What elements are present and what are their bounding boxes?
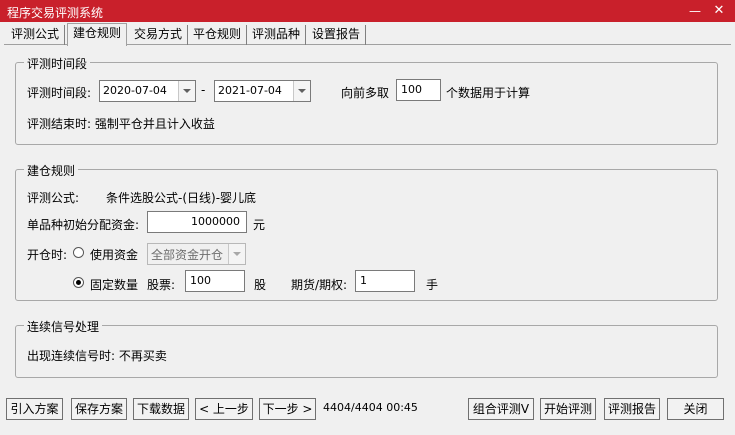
capital-input[interactable]: 1000000 <box>147 211 247 233</box>
fixed-qty-label: 固定数量 <box>90 278 139 292</box>
close-button[interactable]: 关闭 <box>667 398 724 420</box>
prev-step-button[interactable]: < 上一步 <box>195 398 253 420</box>
chevron-down-icon[interactable] <box>293 81 310 101</box>
open-label: 开仓时: <box>27 248 68 262</box>
period-group: 评测时间段 <box>15 55 718 145</box>
capital-label: 单品种初始分配资金: <box>27 218 140 232</box>
futures-qty-input[interactable]: 1 <box>355 270 415 292</box>
signal-rule-text: 出现连续信号时: 不再买卖 <box>27 349 167 363</box>
chevron-down-icon[interactable] <box>178 81 195 101</box>
use-capital-label: 使用资金 <box>90 248 139 262</box>
lookback-value: 100 <box>401 83 422 96</box>
minimize-button[interactable]: — <box>686 2 704 20</box>
end-date-picker[interactable]: 2021-07-04 <box>214 80 311 102</box>
tab-report-settings[interactable]: 设置报告 <box>307 25 367 45</box>
fixed-qty-radio[interactable] <box>73 277 84 288</box>
lookback-input[interactable]: 100 <box>396 79 441 101</box>
lookback-prefix: 向前多取 <box>341 86 390 100</box>
progress-status: 4404/4404 00:45 <box>323 401 418 414</box>
capital-unit: 元 <box>253 218 266 232</box>
futures-label: 期货/期权: <box>291 278 348 292</box>
import-plan-button[interactable]: 引入方案 <box>6 398 63 420</box>
use-capital-radio[interactable] <box>73 247 84 258</box>
signal-group-title: 连续信号处理 <box>24 318 103 335</box>
save-plan-button[interactable]: 保存方案 <box>71 398 127 420</box>
tab-exit-rules[interactable]: 平仓规则 <box>188 25 248 45</box>
capital-mode-select[interactable]: 全部资金开仓 <box>147 243 246 265</box>
combo-eval-button[interactable]: 组合评测V <box>468 398 534 420</box>
tab-trade-mode[interactable]: 交易方式 <box>129 25 189 45</box>
tab-bar: 评测公式 建仓规则 交易方式 平仓规则 评测品种 设置报告 <box>4 23 731 46</box>
title-bar: 程序交易评测系统 — ✕ <box>0 0 735 22</box>
period-group-title: 评测时间段 <box>24 55 91 72</box>
end-rule-text: 评测结束时: 强制平仓并且计入收益 <box>27 117 215 131</box>
capital-value: 1000000 <box>191 215 240 228</box>
stock-unit: 股 <box>254 278 267 292</box>
start-eval-button[interactable]: 开始评测 <box>540 398 596 420</box>
close-window-button[interactable]: ✕ <box>710 2 728 20</box>
lookback-suffix: 个数据用于计算 <box>446 86 531 100</box>
chevron-down-icon[interactable] <box>228 244 245 264</box>
end-date-value: 2021-07-04 <box>218 84 282 97</box>
tab-formula[interactable]: 评测公式 <box>6 25 66 45</box>
futures-qty-value: 1 <box>360 274 367 287</box>
formula-value: 条件选股公式-(日线)-婴儿底 <box>106 191 257 205</box>
capital-mode-value: 全部资金开仓 <box>151 248 224 262</box>
stock-label: 股票: <box>147 278 176 292</box>
eval-report-button[interactable]: 评测报告 <box>604 398 660 420</box>
download-data-button[interactable]: 下载数据 <box>133 398 189 420</box>
start-date-value: 2020-07-04 <box>103 84 167 97</box>
tab-products[interactable]: 评测品种 <box>247 25 307 45</box>
entry-group-title: 建仓规则 <box>24 162 79 179</box>
window-title: 程序交易评测系统 <box>7 6 104 20</box>
period-label: 评测时间段: <box>27 86 92 100</box>
next-step-button[interactable]: 下一步 > <box>259 398 316 420</box>
stock-qty-input[interactable]: 100 <box>185 270 245 292</box>
futures-unit: 手 <box>426 278 439 292</box>
stock-qty-value: 100 <box>190 274 211 287</box>
start-date-picker[interactable]: 2020-07-04 <box>99 80 196 102</box>
date-separator: - <box>201 83 206 97</box>
tab-entry-rules[interactable]: 建仓规则 <box>67 23 128 46</box>
formula-label: 评测公式: <box>27 191 80 205</box>
